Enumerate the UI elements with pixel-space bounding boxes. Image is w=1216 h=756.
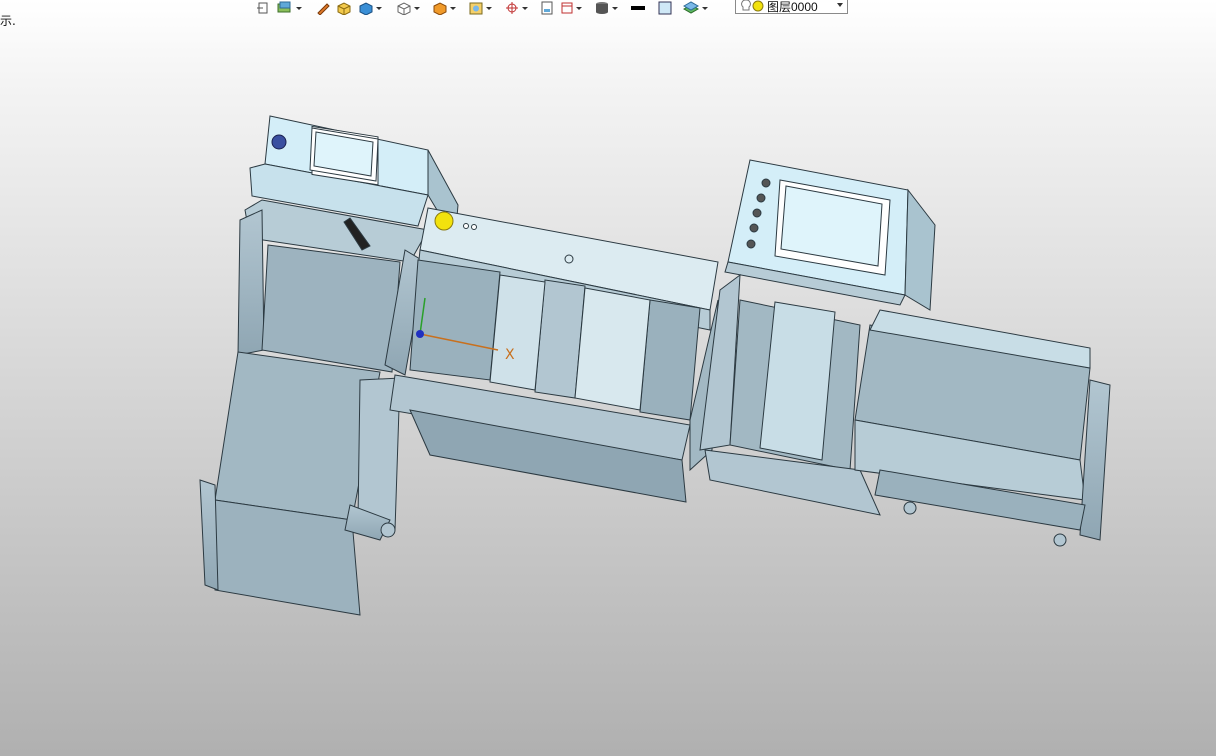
page-icon[interactable] — [539, 0, 555, 16]
shade-icon[interactable] — [431, 0, 457, 16]
pencil-icon[interactable] — [315, 0, 331, 16]
layer-select[interactable]: 图层0000 — [735, 0, 848, 14]
axis-x-label: X — [505, 347, 515, 363]
frame-icon[interactable] — [559, 0, 583, 16]
layers-icon[interactable] — [275, 0, 303, 16]
box-icon[interactable] — [335, 0, 353, 16]
exit-icon[interactable] — [255, 0, 271, 16]
layer-select-value: 图层0000 — [767, 0, 818, 14]
lightbulb-icon[interactable] — [740, 0, 752, 13]
chevron-down-icon[interactable] — [837, 3, 843, 7]
middle-tunnel — [389, 207, 719, 503]
cube-view-icon[interactable] — [395, 0, 421, 16]
fill-color-icon[interactable] — [657, 0, 673, 16]
line-color-icon[interactable] — [629, 0, 647, 16]
layer-stack-icon[interactable] — [681, 0, 709, 16]
solid-icon[interactable] — [357, 0, 383, 16]
cylinder-icon[interactable] — [593, 0, 619, 16]
right-hmi-cabinet — [724, 159, 936, 311]
render-icon[interactable] — [467, 0, 493, 16]
layer-color-dot-icon — [752, 0, 764, 12]
snap-icon[interactable] — [503, 0, 529, 16]
cad-viewport[interactable]: X — [0, 18, 1216, 756]
right-frame — [699, 273, 1111, 547]
